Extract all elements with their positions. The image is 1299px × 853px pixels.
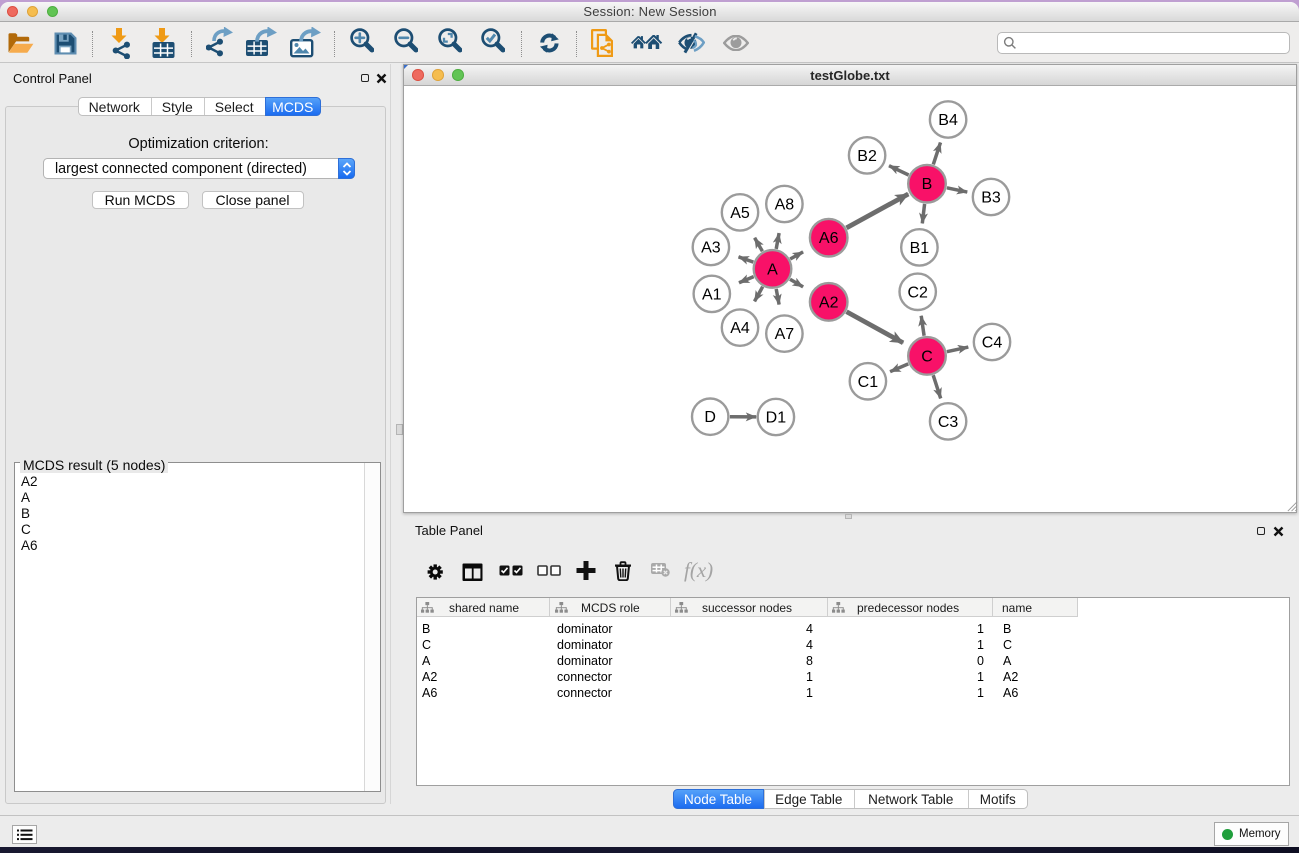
svg-text:A3: A3 <box>701 240 721 257</box>
svg-text:A7: A7 <box>775 326 795 343</box>
svg-text:B: B <box>922 176 933 193</box>
svg-text:A1: A1 <box>702 286 722 303</box>
svg-text:B4: B4 <box>938 112 958 129</box>
svg-text:C3: C3 <box>938 414 959 431</box>
svg-text:A: A <box>767 261 778 278</box>
svg-text:C4: C4 <box>982 335 1003 352</box>
svg-text:C: C <box>921 348 933 365</box>
svg-text:B2: B2 <box>857 148 877 165</box>
svg-text:D1: D1 <box>766 410 787 427</box>
svg-text:C1: C1 <box>858 374 879 391</box>
svg-text:A8: A8 <box>775 197 795 214</box>
svg-text:B1: B1 <box>910 240 930 257</box>
svg-text:A6: A6 <box>819 230 839 247</box>
svg-text:A2: A2 <box>819 294 839 311</box>
svg-text:D: D <box>704 409 716 426</box>
svg-text:A5: A5 <box>730 205 750 222</box>
svg-text:C2: C2 <box>907 284 928 301</box>
svg-text:A4: A4 <box>730 320 750 337</box>
svg-text:B3: B3 <box>981 190 1001 207</box>
